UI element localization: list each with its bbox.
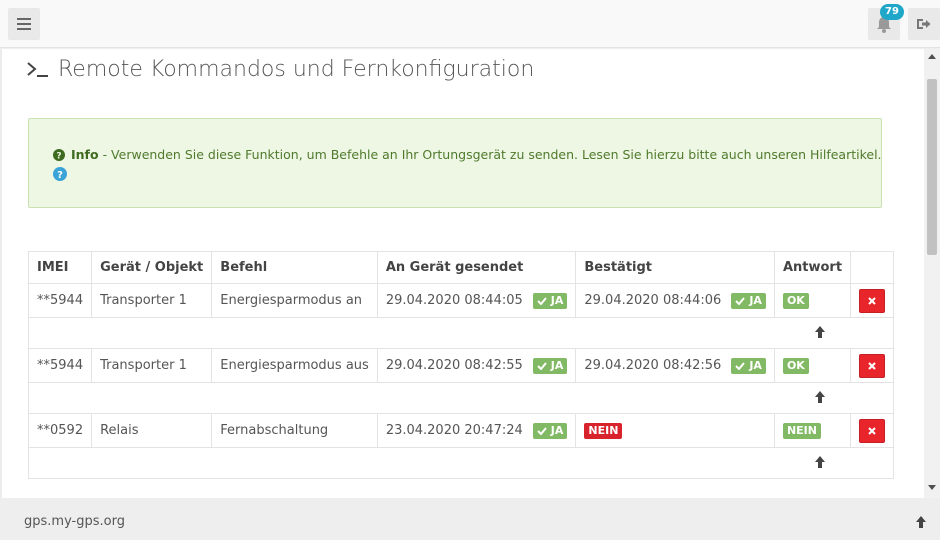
close-icon xyxy=(868,361,876,370)
scrollbar-thumb[interactable] xyxy=(927,79,937,255)
info-label: Info xyxy=(71,147,99,162)
help-article-link[interactable]: ? xyxy=(53,167,67,184)
confirmed-cell: NEIN xyxy=(575,413,775,448)
answer-badge: NEIN xyxy=(782,422,821,439)
arrow-up-icon[interactable] xyxy=(815,456,825,468)
svg-text:?: ? xyxy=(57,170,63,181)
close-icon xyxy=(868,296,876,305)
confirmed-cell: 29.04.2020 08:42:56 JA xyxy=(575,348,775,383)
table-row: **5944 Transporter 1 Energiesparmodus au… xyxy=(27,348,895,383)
page-title: Remote Kommandos und Fernkonfiguration xyxy=(26,55,534,83)
object-cell: Transporter 1 xyxy=(91,283,213,318)
confirmed-status-badge: JA xyxy=(731,357,766,374)
sent-cell: 29.04.2020 08:42:55 JA xyxy=(376,348,577,383)
scroll-down-arrow-icon[interactable] xyxy=(924,483,940,491)
confirmed-time: 29.04.2020 08:44:06 xyxy=(584,293,722,308)
col-confirmed: Bestätigt xyxy=(575,251,775,284)
menu-icon xyxy=(17,18,31,30)
check-icon xyxy=(537,426,547,435)
check-icon xyxy=(537,296,547,305)
col-object: Gerät / Objekt xyxy=(91,251,213,284)
table-header-row: IMEI Gerät / Objekt Befehl An Gerät gese… xyxy=(27,251,895,284)
actions-cell xyxy=(850,283,895,318)
command-cell: Fernabschaltung xyxy=(211,413,378,448)
col-sent: An Gerät gesendet xyxy=(376,251,577,284)
sent-cell: 23.04.2020 20:47:24 JA xyxy=(376,413,577,448)
confirmed-time: 29.04.2020 08:42:56 xyxy=(584,358,722,373)
table-subrow xyxy=(27,447,895,479)
logout-icon xyxy=(917,19,931,29)
command-cell: Energiesparmodus an xyxy=(211,283,378,318)
sent-status-badge: JA xyxy=(532,292,568,309)
help-icon: ? xyxy=(53,167,67,181)
arrow-up-icon[interactable] xyxy=(815,326,825,338)
sent-time: 23.04.2020 20:47:24 xyxy=(385,423,523,438)
info-alert: ? Info - Verwenden Sie diese Funktion, u… xyxy=(28,118,882,208)
answer-cell: OK xyxy=(773,283,852,318)
table-row: **0592 Relais Fernabschaltung 23.04.2020… xyxy=(27,413,895,448)
svg-text:?: ? xyxy=(56,151,61,161)
answer-cell: NEIN xyxy=(773,413,852,448)
col-actions xyxy=(850,251,895,284)
table-subrow xyxy=(27,382,895,414)
question-circle-icon: ? xyxy=(53,148,65,161)
arrow-up-icon[interactable] xyxy=(815,391,825,403)
top-bar: 79 xyxy=(0,0,940,48)
answer-cell: OK xyxy=(773,348,852,383)
check-icon xyxy=(735,361,746,370)
sent-time: 29.04.2020 08:44:05 xyxy=(385,293,523,308)
delete-button[interactable] xyxy=(859,288,886,313)
col-imei: IMEI xyxy=(27,251,93,284)
confirmed-status-badge: NEIN xyxy=(584,422,623,439)
delete-button[interactable] xyxy=(859,353,886,378)
command-cell: Energiesparmodus aus xyxy=(211,348,378,383)
col-command: Befehl xyxy=(211,251,378,284)
page-title-text: Remote Kommandos und Fernkonfiguration xyxy=(58,56,535,82)
table-row: **5944 Transporter 1 Energiesparmodus an… xyxy=(27,283,895,318)
imei-cell: **0592 xyxy=(27,413,93,448)
sent-status-badge: JA xyxy=(532,422,568,439)
answer-badge: OK xyxy=(782,357,809,374)
check-icon xyxy=(537,361,547,370)
main-content: Remote Kommandos und Fernkonfiguration ?… xyxy=(0,49,924,498)
commands-table: IMEI Gerät / Objekt Befehl An Gerät gese… xyxy=(27,251,895,479)
back-to-top-icon[interactable] xyxy=(916,516,926,528)
scroll-up-arrow-icon[interactable] xyxy=(924,53,940,61)
imei-cell: **5944 xyxy=(27,348,93,383)
object-cell: Relais xyxy=(91,413,213,448)
confirmed-cell: 29.04.2020 08:44:06 JA xyxy=(575,283,775,318)
sent-status-badge: JA xyxy=(532,357,568,374)
terminal-icon xyxy=(27,62,48,77)
answer-badge: OK xyxy=(782,292,809,309)
delete-button[interactable] xyxy=(859,418,886,443)
sent-time: 29.04.2020 08:42:55 xyxy=(385,358,523,373)
info-text: - Verwenden Sie diese Funktion, um Befeh… xyxy=(102,147,882,162)
col-answer: Antwort xyxy=(773,251,852,284)
sent-cell: 29.04.2020 08:44:05 JA xyxy=(376,283,577,318)
confirmed-status-badge: JA xyxy=(731,292,766,309)
actions-cell xyxy=(850,413,895,448)
object-cell: Transporter 1 xyxy=(91,348,213,383)
actions-cell xyxy=(850,348,895,383)
footer-domain: gps.my-gps.org xyxy=(24,514,125,529)
check-icon xyxy=(735,296,746,305)
imei-cell: **5944 xyxy=(27,283,93,318)
notification-count-badge: 79 xyxy=(880,4,904,20)
footer: gps.my-gps.org xyxy=(0,498,940,540)
vertical-scrollbar[interactable] xyxy=(924,49,940,498)
menu-button[interactable] xyxy=(8,8,40,40)
logout-button[interactable] xyxy=(908,8,940,40)
table-subrow xyxy=(27,317,895,349)
close-icon xyxy=(868,426,876,435)
